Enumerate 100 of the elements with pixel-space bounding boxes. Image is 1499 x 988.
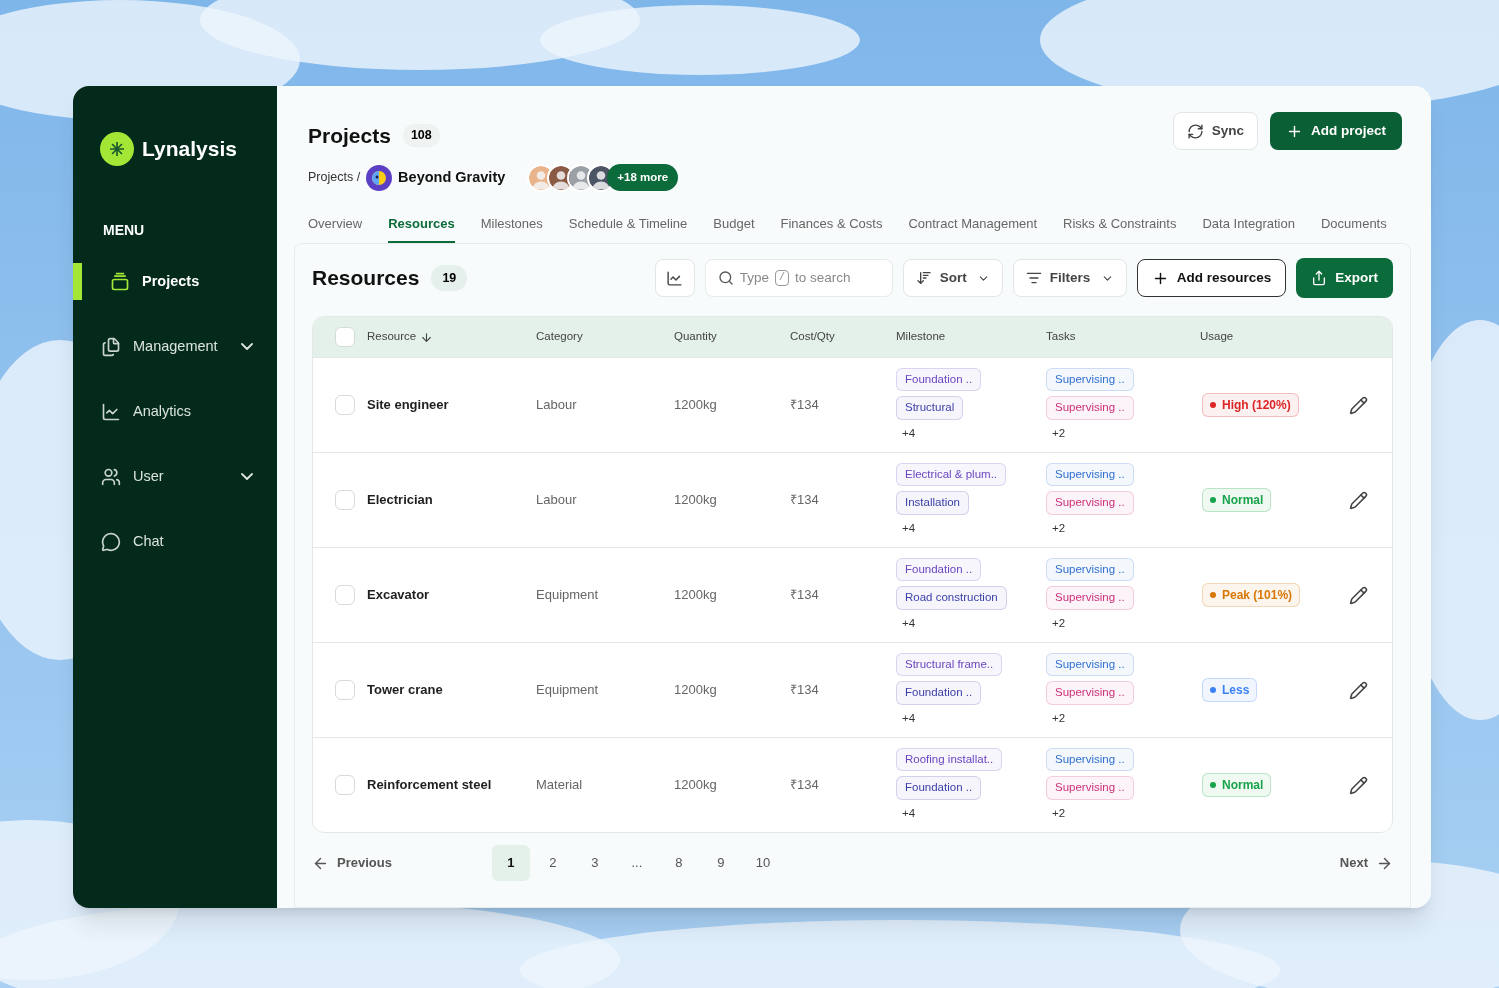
more-count: +4 [901, 805, 917, 821]
sync-icon [1186, 122, 1204, 140]
filter-icon [1025, 270, 1042, 286]
menu-heading: MENU [102, 221, 146, 240]
table-cell-text: Labour [536, 396, 578, 415]
sort-icon [915, 270, 932, 286]
tag: Supervising .. [1046, 653, 1134, 677]
tag: Foundation .. [896, 681, 982, 705]
tab[interactable]: Schedule & Timeline [568, 211, 688, 243]
column-header: Milestone [896, 329, 946, 345]
sidebar-item[interactable]: Chat [73, 523, 277, 560]
breadcrumb-link[interactable]: Projects / [308, 168, 361, 187]
sidebar-item[interactable]: Analytics [73, 393, 277, 430]
tab[interactable]: Milestones [480, 211, 543, 243]
usage-badge: Less [1202, 678, 1258, 702]
tag: Installation [896, 491, 969, 515]
checkbox[interactable] [335, 490, 355, 510]
table-cell-text: ₹134 [790, 681, 820, 700]
page-title: Projects [308, 123, 391, 149]
table-cell-text: 1200kg [674, 491, 718, 510]
export-icon [1311, 270, 1328, 286]
stack-icon [110, 271, 130, 292]
table-cell-text: ₹134 [790, 586, 820, 605]
tag: Supervising .. [1046, 776, 1134, 800]
add-resources-button[interactable]: Add resources [1136, 259, 1287, 297]
page-button[interactable]: 9 [701, 845, 740, 881]
more-count: +2 [1051, 710, 1067, 726]
tag: Supervising .. [1046, 558, 1134, 582]
sort-dropdown[interactable]: Sort [902, 259, 1003, 297]
filters-dropdown[interactable]: Filters [1012, 259, 1127, 297]
sidebar-item[interactable]: Management [73, 328, 277, 365]
tab[interactable]: Resources [388, 211, 455, 243]
add-project-button[interactable]: Add project [1270, 112, 1402, 150]
documents-icon [101, 336, 121, 357]
next-button[interactable]: Next [1339, 845, 1393, 881]
edit-icon[interactable] [1349, 585, 1368, 605]
more-count: +2 [1051, 805, 1067, 821]
sidebar-item[interactable]: Projects [73, 263, 277, 300]
search-field[interactable]: Type / to search [704, 259, 893, 297]
checkbox[interactable] [335, 395, 355, 415]
column-header[interactable]: Resource [367, 328, 417, 346]
chart-button[interactable] [654, 259, 695, 297]
checkbox[interactable] [335, 680, 355, 700]
tag: Foundation .. [896, 558, 982, 582]
tag: Electrical & plum.. [896, 463, 1007, 487]
more-count: +4 [901, 520, 917, 536]
tab[interactable]: Documents [1320, 211, 1387, 243]
tab[interactable]: Overview [308, 211, 363, 243]
tag: Supervising .. [1046, 463, 1134, 487]
count-badge: 19 [431, 264, 468, 292]
usage-badge: High (120%) [1202, 393, 1299, 417]
brand-name: Lynalysis [142, 136, 237, 163]
page-button[interactable]: 10 [743, 845, 782, 881]
sidebar-item[interactable]: User [73, 458, 277, 495]
tab[interactable]: Budget [713, 211, 755, 243]
column-header: Cost/Qty [790, 329, 835, 345]
usage-badge: Peak (101%) [1202, 583, 1301, 607]
page-button[interactable]: 8 [659, 845, 698, 881]
sync-button[interactable]: Sync [1172, 112, 1258, 150]
edit-icon[interactable] [1349, 680, 1368, 700]
edit-icon[interactable] [1349, 490, 1368, 510]
table-cell-text: 1200kg [674, 396, 718, 415]
usage-badge: Normal [1202, 773, 1272, 797]
page-button[interactable]: 1 [491, 845, 530, 881]
chat-icon [101, 531, 121, 552]
table-cell-text: Tower crane [367, 681, 444, 700]
tag: Structural [896, 396, 964, 420]
chart-icon [101, 401, 121, 422]
tab[interactable]: Contract Management [908, 211, 1038, 243]
page-button[interactable]: ... [617, 845, 656, 881]
tag: Supervising .. [1046, 586, 1134, 610]
more-count: +4 [901, 425, 917, 441]
page-button[interactable]: 3 [575, 845, 614, 881]
tab[interactable]: Data Integration [1202, 211, 1295, 243]
tab[interactable]: Finances & Costs [780, 211, 883, 243]
tag: Supervising .. [1046, 396, 1134, 420]
edit-icon[interactable] [1349, 395, 1368, 415]
previous-button[interactable]: Previous [312, 845, 392, 881]
table-cell-text: 1200kg [674, 776, 718, 795]
users-icon [101, 466, 121, 487]
tag: Supervising .. [1046, 491, 1134, 515]
table-cell-text: ₹134 [790, 491, 820, 510]
more-count: +2 [1051, 520, 1067, 536]
more-count: +2 [1051, 615, 1067, 631]
tag: Supervising .. [1046, 748, 1134, 772]
tag: Supervising .. [1046, 368, 1134, 392]
checkbox[interactable] [335, 327, 355, 347]
table-cell-text: Labour [536, 491, 578, 510]
more-members-badge[interactable]: +18 more [607, 163, 679, 192]
checkbox[interactable] [335, 775, 355, 795]
search-icon [717, 270, 734, 286]
checkbox[interactable] [335, 585, 355, 605]
tab[interactable]: Risks & Constraints [1063, 211, 1177, 243]
page-button[interactable]: 2 [533, 845, 572, 881]
project-name: Beyond Gravity [398, 167, 506, 187]
export-button[interactable]: Export [1296, 258, 1393, 298]
table-cell-text: 1200kg [674, 586, 718, 605]
edit-icon[interactable] [1349, 775, 1368, 795]
table-cell-text: Reinforcement steel [367, 776, 493, 795]
count-badge: 108 [402, 124, 440, 148]
